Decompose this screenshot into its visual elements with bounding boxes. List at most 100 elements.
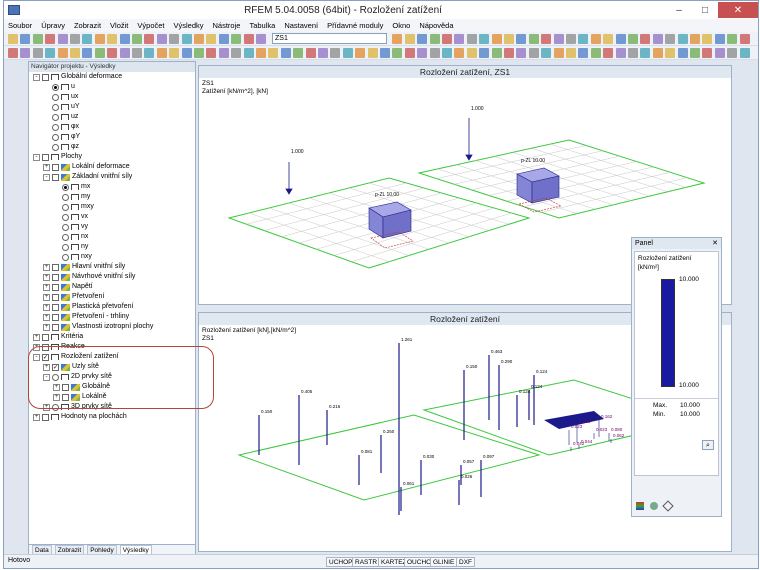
radio-icon[interactable] — [62, 253, 69, 261]
expand-toggle-icon[interactable]: + — [43, 283, 50, 291]
status-toggle-1[interactable]: RASTR — [352, 557, 381, 567]
toolbar-icon[interactable] — [516, 48, 527, 58]
menu-item-3[interactable]: Vložit — [110, 21, 128, 30]
menu-item-0[interactable]: Soubor — [8, 21, 32, 30]
checkbox-icon[interactable] — [42, 413, 49, 421]
checkbox-icon[interactable] — [52, 313, 59, 321]
expand-toggle-icon[interactable]: + — [43, 293, 50, 301]
toolbar-icon[interactable] — [57, 48, 68, 58]
toolbar-icon[interactable] — [318, 48, 328, 58]
checkbox-icon[interactable] — [42, 73, 49, 81]
checkbox-icon[interactable] — [42, 153, 49, 161]
toolbar-icon[interactable] — [256, 48, 266, 58]
toolbar-icon[interactable] — [367, 48, 378, 58]
toolbar-icon[interactable] — [640, 34, 651, 44]
checkbox-icon[interactable] — [52, 293, 59, 301]
radio-icon[interactable] — [52, 143, 59, 151]
toolbar-icon[interactable] — [553, 34, 564, 44]
toolbar-icon[interactable] — [516, 34, 527, 44]
panel-close-button[interactable]: ✕ — [712, 238, 718, 249]
radio-icon[interactable] — [62, 223, 69, 231]
expand-toggle-icon[interactable]: - — [33, 153, 40, 161]
tree-item[interactable]: vx — [53, 212, 88, 222]
toolbar-icon[interactable] — [206, 34, 217, 44]
toolbar-icon[interactable] — [528, 48, 539, 58]
expand-toggle-icon[interactable]: + — [43, 163, 50, 171]
toolbar-icon[interactable] — [32, 34, 43, 44]
expand-toggle-icon[interactable]: + — [43, 273, 50, 281]
load-case-combo[interactable]: ZS1 — [272, 33, 387, 44]
toolbar-icon[interactable] — [466, 48, 477, 58]
toolbar-icon[interactable] — [739, 34, 750, 44]
toolbar-icon[interactable] — [8, 48, 18, 58]
toolbar-icon[interactable] — [590, 48, 601, 58]
tree-item[interactable]: + Přetvoření - trhliny — [43, 312, 129, 322]
toolbar-icon[interactable] — [82, 48, 93, 58]
toolbar-icon[interactable] — [107, 48, 118, 58]
radio-icon[interactable] — [52, 103, 59, 111]
tree-item[interactable]: uY — [43, 102, 80, 112]
status-toggle-4[interactable]: GLINIE — [430, 557, 458, 567]
checkbox-icon[interactable] — [52, 303, 59, 311]
toolbar-icon[interactable] — [429, 48, 440, 58]
toolbar-icon[interactable] — [144, 48, 155, 58]
toolbar-icon[interactable] — [479, 34, 490, 44]
toolbar-icon[interactable] — [417, 48, 428, 58]
toolbar-icon[interactable] — [714, 48, 725, 58]
toolbar-icon[interactable] — [454, 48, 465, 58]
toolbar-icon[interactable] — [57, 34, 68, 44]
radio-icon[interactable] — [52, 83, 59, 91]
tree-item[interactable]: ny — [53, 242, 88, 252]
menu-item-10[interactable]: Okno — [392, 21, 410, 30]
toolbar-icon[interactable] — [665, 34, 676, 44]
toolbar-icon[interactable] — [652, 48, 663, 58]
panel-filter-icon[interactable] — [650, 502, 658, 510]
tree-item[interactable]: φY — [43, 132, 80, 142]
tree-item[interactable]: nxy — [53, 252, 92, 262]
menu-item-6[interactable]: Nástroje — [213, 21, 241, 30]
close-button[interactable]: ✕ — [718, 2, 758, 18]
toolbar-icon[interactable] — [578, 34, 589, 44]
toolbar-icon[interactable] — [144, 34, 155, 44]
toolbar-icon[interactable] — [603, 48, 614, 58]
panel-settings-icon[interactable] — [662, 500, 674, 512]
expand-toggle-icon[interactable]: + — [43, 313, 50, 321]
toolbar-icon[interactable] — [218, 48, 229, 58]
toolbar-icon[interactable] — [156, 48, 167, 58]
tree-item[interactable]: nx — [53, 232, 88, 242]
toolbar-icon[interactable] — [70, 34, 80, 44]
toolbar-icon[interactable] — [739, 48, 750, 58]
toolbar-icon[interactable] — [132, 48, 142, 58]
tree-item[interactable]: + Přetvoření — [43, 292, 104, 302]
toolbar-icon[interactable] — [442, 48, 452, 58]
panel-colors-icon[interactable] — [636, 502, 644, 510]
minimize-button[interactable]: – — [666, 2, 692, 18]
tree-item[interactable]: + Napětí — [43, 282, 93, 292]
radio-icon[interactable] — [52, 113, 59, 121]
expand-toggle-icon[interactable]: + — [33, 333, 40, 341]
toolbar-icon[interactable] — [268, 48, 279, 58]
toolbar-icon[interactable] — [169, 48, 180, 58]
checkbox-icon[interactable] — [52, 283, 59, 291]
checkbox-icon[interactable] — [52, 273, 59, 281]
toolbar-icon[interactable] — [590, 34, 601, 44]
toolbar-icon[interactable] — [82, 34, 93, 44]
tree-item[interactable]: ux — [43, 92, 78, 102]
zoom-icon[interactable]: ⌕ — [702, 440, 714, 450]
toolbar-icon[interactable] — [94, 34, 105, 44]
toolbar-icon[interactable] — [107, 34, 118, 44]
tree-item[interactable]: uz — [43, 112, 78, 122]
expand-toggle-icon[interactable]: + — [43, 323, 50, 331]
tree-item[interactable]: + Kritéria — [33, 332, 83, 342]
toolbar-icon[interactable] — [491, 34, 502, 44]
menu-item-8[interactable]: Nastavení — [284, 21, 318, 30]
toolbar-icon[interactable] — [392, 34, 403, 44]
toolbar-icon[interactable] — [491, 48, 502, 58]
toolbar-icon[interactable] — [442, 34, 452, 44]
tree-item[interactable]: + Hlavní vnitřní síly — [43, 262, 125, 272]
toolbar-icon[interactable] — [231, 34, 242, 44]
toolbar-icon[interactable] — [628, 34, 638, 44]
toolbar-icon[interactable] — [553, 48, 564, 58]
tree-item[interactable]: φz — [43, 142, 79, 152]
toolbar-icon[interactable] — [677, 34, 688, 44]
